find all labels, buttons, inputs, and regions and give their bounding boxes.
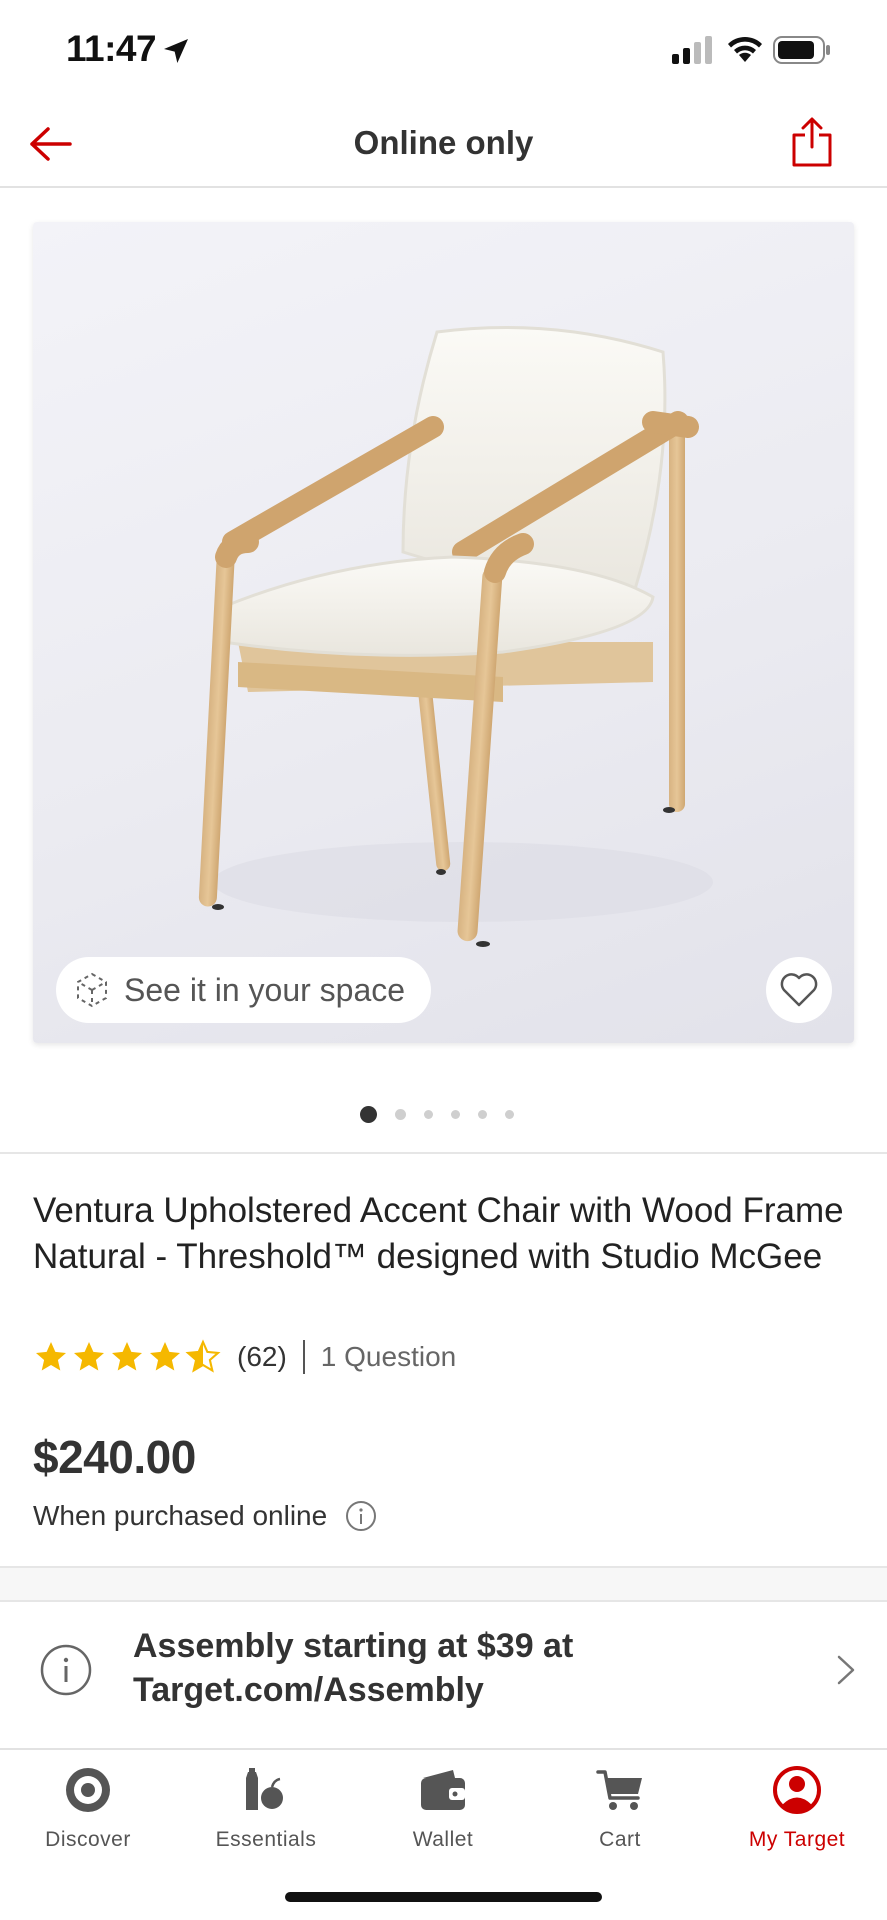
cart-icon xyxy=(596,1770,642,1810)
chevron-right-icon xyxy=(837,1655,855,1685)
rating-count[interactable]: (62) xyxy=(237,1341,287,1373)
questions-link[interactable]: 1 Question xyxy=(321,1341,456,1373)
info-circle-icon xyxy=(40,1644,92,1696)
nav-my-target[interactable]: My Target xyxy=(717,1764,877,1864)
favorite-button[interactable] xyxy=(766,957,832,1023)
product-image xyxy=(198,326,713,947)
home-indicator[interactable] xyxy=(285,1892,602,1902)
section-separator xyxy=(0,1566,887,1602)
star-full-icon xyxy=(150,1342,180,1371)
carousel-pagination xyxy=(360,1104,532,1124)
share-button[interactable] xyxy=(784,112,840,172)
carousel-dot[interactable] xyxy=(360,1105,377,1123)
carousel-dot[interactable] xyxy=(478,1109,487,1119)
nav-label: Essentials xyxy=(215,1828,317,1851)
carousel-dot[interactable] xyxy=(395,1108,406,1120)
product-image-carousel[interactable]: See it in your space xyxy=(33,222,854,1043)
see-in-space-button[interactable]: See it in your space xyxy=(56,957,431,1023)
share-icon xyxy=(792,117,832,167)
divider xyxy=(0,1152,887,1154)
nav-label: Wallet xyxy=(412,1828,474,1851)
star-full-icon xyxy=(36,1342,66,1371)
info-icon[interactable] xyxy=(345,1500,377,1532)
status-bar: 11:47 xyxy=(0,0,887,100)
location-arrow-icon xyxy=(164,39,188,63)
star-half-icon xyxy=(185,1339,221,1373)
product-title: Ventura Upholstered Accent Chair with Wo… xyxy=(33,1191,844,1276)
carousel-dot[interactable] xyxy=(424,1109,433,1119)
status-time: 11:47 xyxy=(66,28,157,69)
nav-essentials[interactable]: Essentials xyxy=(186,1764,346,1864)
star-full-icon xyxy=(112,1342,142,1371)
price-note-label: When purchased online xyxy=(33,1500,328,1531)
rating-row[interactable]: (62) 1 Question xyxy=(33,1337,456,1377)
page-title: Online only xyxy=(353,124,534,161)
nav-discover[interactable]: Discover xyxy=(8,1764,168,1864)
cellular-signal-icon xyxy=(672,36,712,64)
star-full-icon xyxy=(74,1342,104,1371)
wallet-icon xyxy=(421,1770,465,1810)
nav-cart[interactable]: Cart xyxy=(540,1764,700,1864)
carousel-dot[interactable] xyxy=(451,1109,460,1119)
battery-icon xyxy=(773,36,830,64)
nav-label: Cart xyxy=(599,1828,641,1851)
assembly-text: Assembly starting at $39 at Target.com/A… xyxy=(133,1627,574,1709)
target-bullseye-icon xyxy=(66,1768,110,1812)
nav-label: My Target xyxy=(748,1828,846,1851)
header: Online only xyxy=(0,100,887,188)
ar-cube-icon xyxy=(77,972,107,1008)
wifi-icon xyxy=(728,36,762,62)
product-price: $240.00 xyxy=(33,1431,196,1483)
see-in-space-label: See it in your space xyxy=(124,971,406,1008)
price-note: When purchased online xyxy=(33,1500,377,1532)
carousel-dot[interactable] xyxy=(505,1109,514,1119)
assembly-banner[interactable]: Assembly starting at $39 at Target.com/A… xyxy=(0,1602,887,1734)
nav-wallet[interactable]: Wallet xyxy=(363,1764,523,1864)
profile-icon xyxy=(773,1766,821,1814)
heart-icon xyxy=(780,973,818,1007)
essentials-icon xyxy=(246,1768,283,1810)
nav-label: Discover xyxy=(45,1828,131,1851)
star-rating xyxy=(33,1339,223,1375)
rating-separator xyxy=(302,1340,305,1374)
